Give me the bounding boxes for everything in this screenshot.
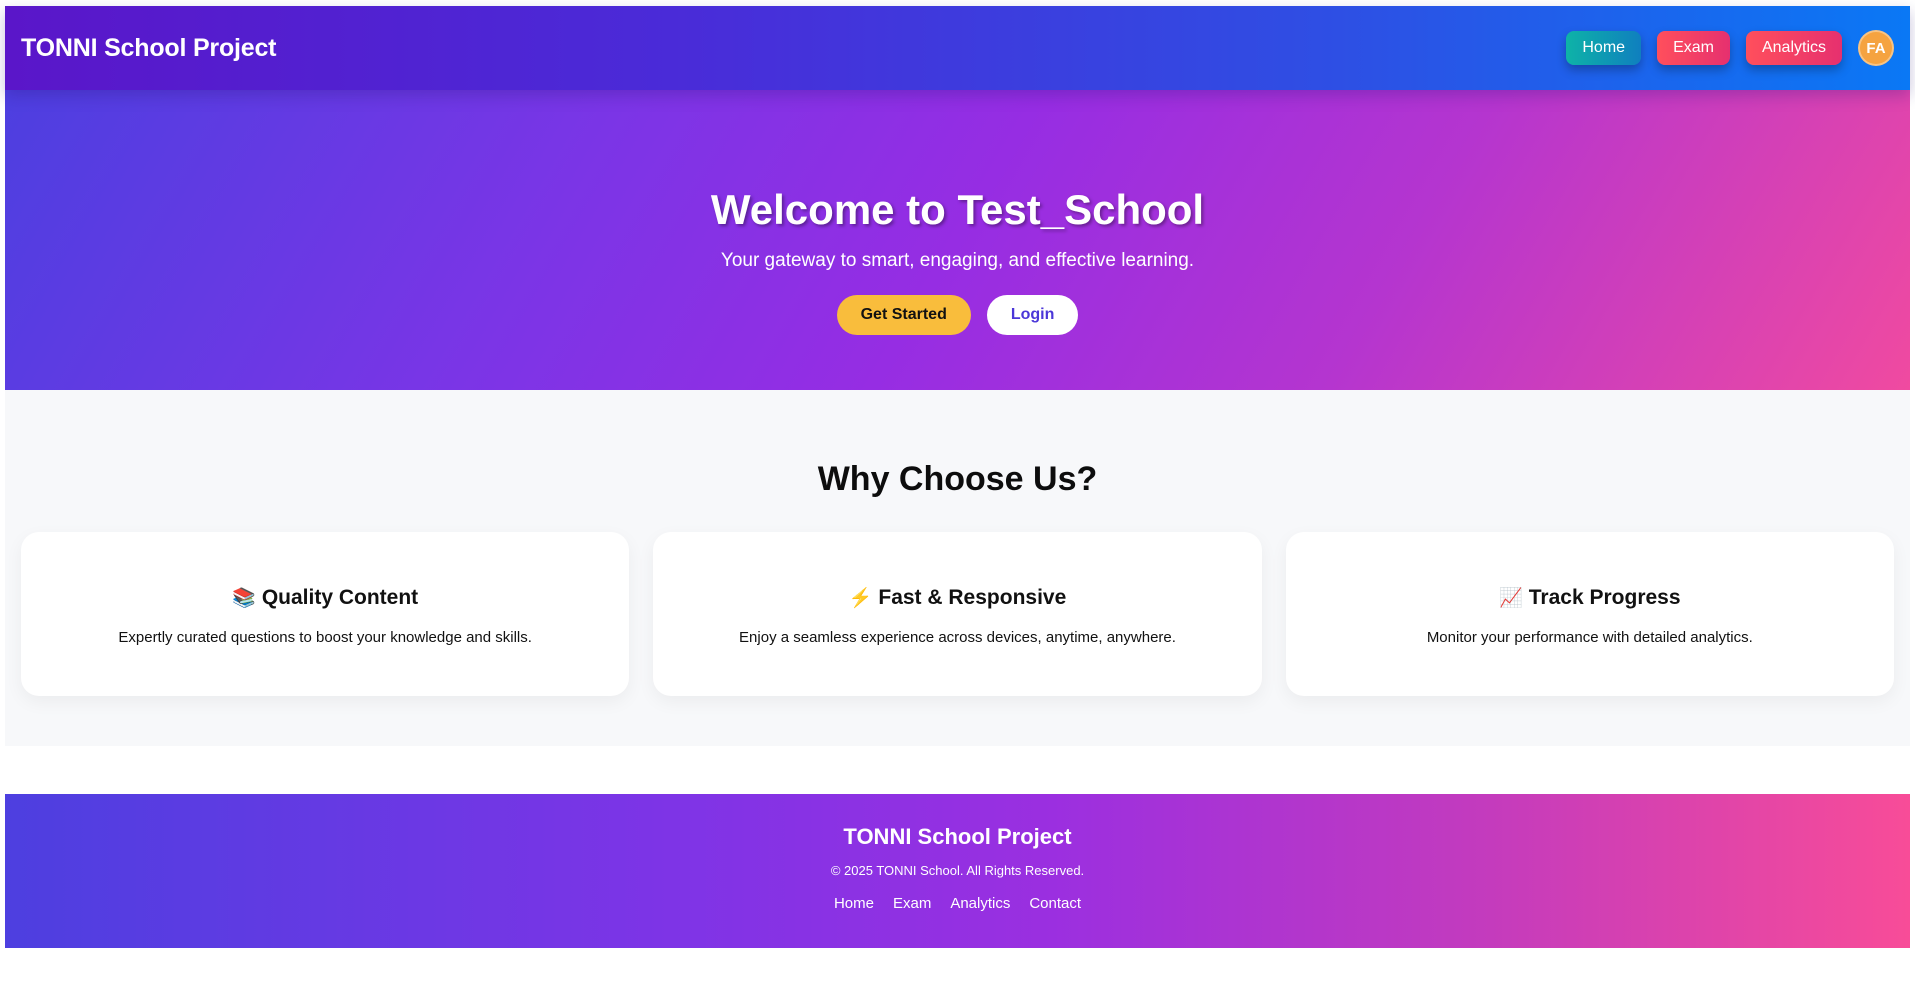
nav-home-button[interactable]: Home bbox=[1566, 31, 1642, 65]
nav-analytics-button[interactable]: Analytics bbox=[1745, 31, 1842, 65]
footer-links: Home Exam Analytics Contact bbox=[5, 895, 1910, 912]
feature-card-track-progress: 📈 Track Progress Monitor your performanc… bbox=[1285, 532, 1894, 696]
footer-brand: TONNI School Project bbox=[843, 824, 1072, 849]
get-started-button[interactable]: Get Started bbox=[836, 295, 971, 335]
features-title: Why Choose Us? bbox=[817, 460, 1098, 498]
hero-section: Welcome to Test_School Your gateway to s… bbox=[5, 90, 1910, 390]
footer-link-exam[interactable]: Exam bbox=[893, 895, 931, 912]
feature-card-description: Monitor your performance with detailed a… bbox=[1426, 629, 1753, 646]
page: TONNI School Project Home Exam Analytics… bbox=[5, 6, 1910, 948]
footer-link-analytics[interactable]: Analytics bbox=[950, 895, 1010, 912]
lightning-icon: ⚡ bbox=[848, 588, 873, 609]
footer-link-home[interactable]: Home bbox=[834, 895, 874, 912]
top-navbar: TONNI School Project Home Exam Analytics… bbox=[5, 6, 1910, 90]
footer-link-contact[interactable]: Contact bbox=[1029, 895, 1081, 912]
feature-card-heading: ⚡ Fast & Responsive bbox=[653, 586, 1261, 610]
books-icon: 📚 bbox=[232, 588, 256, 609]
login-button[interactable]: Login bbox=[986, 295, 1079, 335]
features-section: Why Choose Us? 📚 Quality Content Expertl… bbox=[5, 390, 1910, 746]
feature-card-title: Fast & Responsive bbox=[878, 586, 1067, 609]
page-footer: TONNI School Project © 2025 TONNI School… bbox=[5, 794, 1910, 948]
feature-card-heading: 📚 Quality Content bbox=[21, 586, 629, 610]
feature-card-fast-responsive: ⚡ Fast & Responsive Enjoy a seamless exp… bbox=[653, 532, 1262, 696]
hero-actions: Get Started Login bbox=[5, 295, 1910, 335]
hero-subtitle: Your gateway to smart, engaging, and eff… bbox=[720, 250, 1195, 271]
feature-cards: 📚 Quality Content Expertly curated quest… bbox=[21, 532, 1894, 696]
feature-card-description: Enjoy a seamless experience across devic… bbox=[739, 629, 1176, 646]
brand-title[interactable]: TONNI School Project bbox=[21, 34, 277, 63]
hero-title: Welcome to Test_School bbox=[710, 186, 1205, 233]
footer-copyright: © 2025 TONNI School. All Rights Reserved… bbox=[830, 863, 1085, 878]
feature-card-description: Expertly curated questions to boost your… bbox=[118, 629, 532, 646]
user-avatar[interactable]: FA bbox=[1858, 30, 1894, 66]
feature-card-quality-content: 📚 Quality Content Expertly curated quest… bbox=[21, 532, 630, 696]
feature-card-heading: 📈 Track Progress bbox=[1286, 586, 1894, 610]
chart-increasing-icon: 📈 bbox=[1499, 588, 1523, 609]
nav-links: Home Exam Analytics FA bbox=[1566, 30, 1894, 66]
feature-card-title: Track Progress bbox=[1528, 586, 1681, 609]
feature-card-title: Quality Content bbox=[261, 586, 419, 609]
nav-exam-button[interactable]: Exam bbox=[1657, 31, 1730, 65]
